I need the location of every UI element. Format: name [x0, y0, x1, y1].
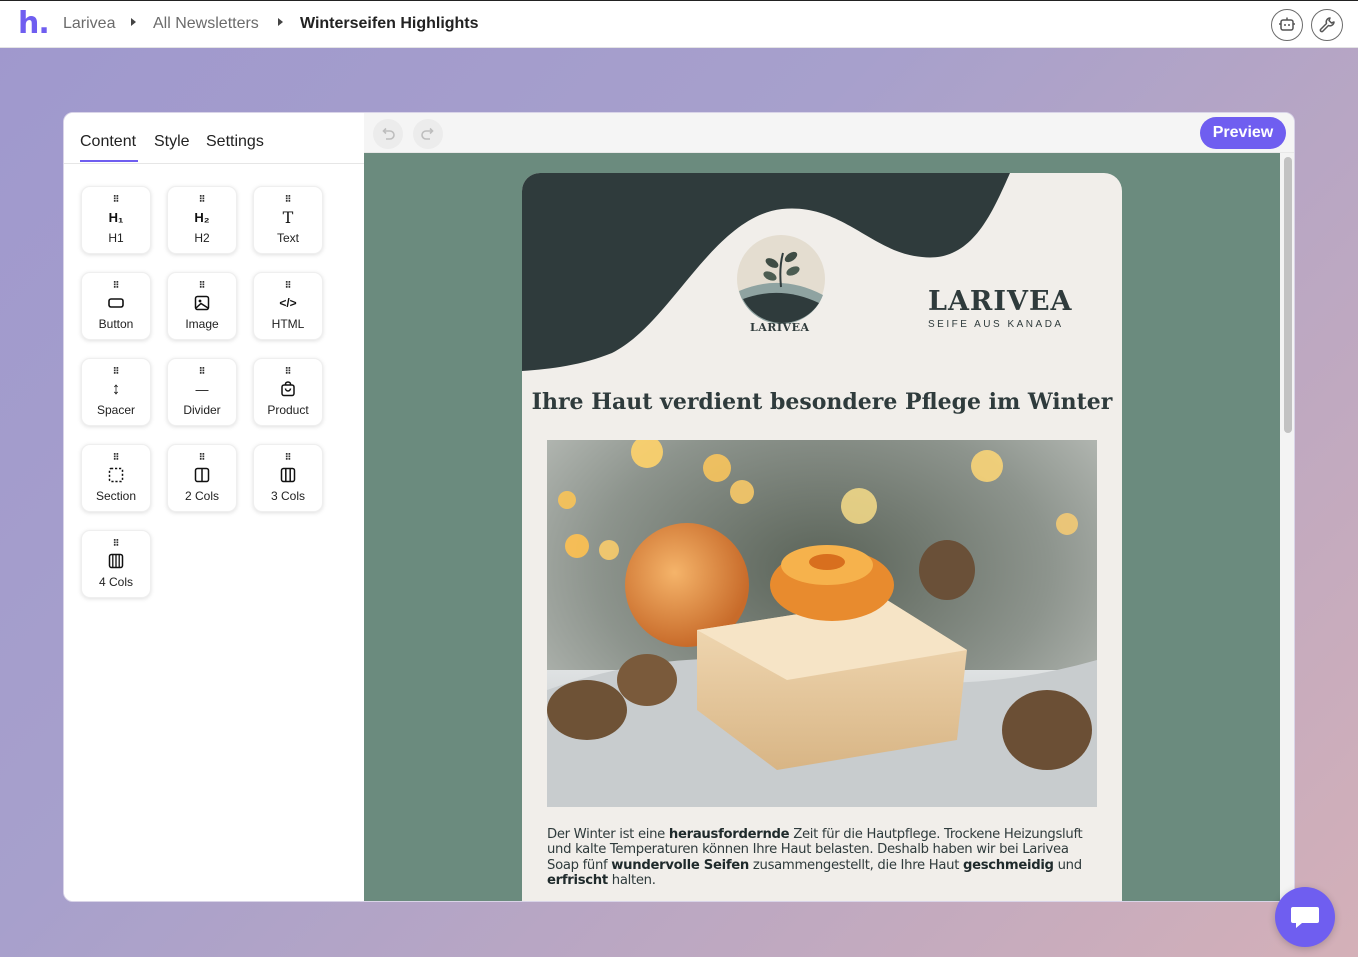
heading-2-icon: H₂	[194, 209, 210, 225]
redo-button[interactable]	[413, 119, 443, 149]
block-label: Text	[276, 231, 299, 245]
body-text-segment: halten.	[607, 872, 656, 888]
redo-icon	[421, 127, 434, 140]
drag-handle-icon[interactable]: ⠿	[285, 195, 292, 205]
drag-handle-icon[interactable]: ⠿	[199, 367, 206, 377]
brand-subtitle: SEIFE AUS KANADA	[928, 319, 1064, 330]
body-text-segment: und	[1053, 857, 1083, 873]
four-columns-icon	[107, 552, 125, 570]
body-text-bold: erfrischt	[547, 872, 608, 888]
block-label: H1	[108, 231, 124, 245]
chat-bubble-icon	[1291, 907, 1319, 928]
block-label: Section	[95, 489, 137, 503]
email-headline[interactable]: Ihre Haut verdient besondere Pflege im W…	[522, 389, 1122, 415]
tab-style[interactable]: Style	[154, 133, 190, 151]
block-label: Product	[267, 403, 309, 417]
block-product[interactable]: ⠿ Product	[253, 358, 323, 426]
body-text-segment: zusammengestellt, die Ihre Haut	[749, 857, 963, 873]
body-text-bold: geschmeidig	[962, 857, 1054, 873]
body-text-bold: herausfordernde	[668, 827, 790, 842]
ai-assistant-button[interactable]	[1271, 9, 1303, 41]
heading-1-icon: H₁	[108, 209, 124, 225]
block-section[interactable]: ⠿ Section	[81, 444, 151, 512]
breadcrumb-separator-icon	[278, 18, 283, 26]
brand-logo-icon	[737, 235, 825, 325]
drag-handle-icon[interactable]: ⠿	[199, 195, 206, 205]
body-text-bold: wundervolle Seifen	[611, 857, 749, 873]
block-label: 2 Cols	[184, 489, 219, 503]
block-h1[interactable]: ⠿ H₁ H1	[81, 186, 151, 254]
canvas-scrollbar[interactable]	[1280, 153, 1294, 901]
scrollbar-thumb[interactable]	[1284, 157, 1292, 433]
breadcrumb-all-newsletters[interactable]: All Newsletters	[153, 15, 259, 33]
email-preview[interactable]: LARIVEA LARIVEA SEIFE AUS KANADA Ihre Ha…	[522, 173, 1122, 901]
block-label: Divider	[183, 403, 221, 417]
tabs-divider	[64, 163, 364, 164]
breadcrumb-separator-icon	[131, 18, 136, 26]
spacer-icon: ↕	[111, 379, 121, 398]
drag-handle-icon[interactable]: ⠿	[113, 195, 120, 205]
undo-icon	[382, 127, 395, 140]
drag-handle-icon[interactable]: ⠿	[199, 281, 206, 291]
code-icon: </>	[279, 296, 297, 310]
drag-handle-icon[interactable]: ⠿	[113, 367, 120, 377]
logo-caption: LARIVEA	[750, 321, 810, 334]
block-label: 3 Cols	[270, 489, 305, 503]
hero-image[interactable]	[547, 440, 1097, 807]
wrench-icon	[1319, 17, 1335, 33]
brand-title: LARIVEA	[928, 286, 1073, 317]
tab-content[interactable]: Content	[80, 133, 136, 151]
drag-handle-icon[interactable]: ⠿	[113, 453, 120, 463]
canvas-toolbar: Preview	[364, 113, 1294, 153]
block-text[interactable]: ⠿ T Text	[253, 186, 323, 254]
block-label: Image	[185, 317, 219, 331]
drag-handle-icon[interactable]: ⠿	[199, 453, 206, 463]
preview-button[interactable]: Preview	[1200, 117, 1286, 149]
chat-button[interactable]	[1275, 887, 1335, 947]
block-label: Button	[98, 317, 134, 331]
block-4-cols[interactable]: ⠿ 4 Cols	[81, 530, 151, 598]
drag-handle-icon[interactable]: ⠿	[285, 367, 292, 377]
blocks-sidebar: Content Style Settings ⠿ H₁ H1 ⠿ H₂ H2 ⠿…	[64, 113, 364, 901]
breadcrumb-current-page: Winterseifen Highlights	[300, 15, 479, 32]
block-label: 4 Cols	[98, 575, 133, 589]
image-icon	[193, 294, 211, 312]
block-html[interactable]: ⠿ </> HTML	[253, 272, 323, 340]
drag-handle-icon[interactable]: ⠿	[113, 281, 120, 291]
active-tab-indicator	[80, 160, 138, 162]
top-bar: h. Larivea All Newsletters Winterseifen …	[0, 0, 1358, 48]
shopping-bag-icon	[279, 380, 297, 398]
block-label: HTML	[271, 317, 305, 331]
drag-handle-icon[interactable]: ⠿	[285, 453, 292, 463]
tools-button[interactable]	[1311, 9, 1343, 41]
block-2-cols[interactable]: ⠿ 2 Cols	[167, 444, 237, 512]
block-divider[interactable]: ⠿ — Divider	[167, 358, 237, 426]
block-3-cols[interactable]: ⠿ 3 Cols	[253, 444, 323, 512]
block-spacer[interactable]: ⠿ ↕ Spacer	[81, 358, 151, 426]
drag-handle-icon[interactable]: ⠿	[285, 281, 292, 291]
section-icon	[107, 466, 125, 484]
two-columns-icon	[193, 466, 211, 484]
email-body-text[interactable]: Der Winter ist eine herausfordernde Zeit…	[547, 827, 1102, 888]
block-label: H2	[194, 231, 210, 245]
divider-icon: —	[195, 381, 209, 397]
block-image[interactable]: ⠿ Image	[167, 272, 237, 340]
breadcrumb-larivea[interactable]: Larivea	[63, 15, 115, 33]
block-h2[interactable]: ⠿ H₂ H2	[167, 186, 237, 254]
undo-button[interactable]	[373, 119, 403, 149]
app-logo[interactable]: h.	[18, 9, 50, 39]
three-columns-icon	[279, 466, 297, 484]
drag-handle-icon[interactable]: ⠿	[113, 539, 120, 549]
tab-settings[interactable]: Settings	[206, 133, 264, 151]
newsletter-editor: Content Style Settings ⠿ H₁ H1 ⠿ H₂ H2 ⠿…	[63, 112, 1295, 902]
email-canvas[interactable]: LARIVEA LARIVEA SEIFE AUS KANADA Ihre Ha…	[364, 153, 1280, 901]
block-button[interactable]: ⠿ Button	[81, 272, 151, 340]
block-label: Spacer	[96, 403, 136, 417]
body-text-segment: Der Winter ist eine	[547, 827, 669, 842]
button-icon	[107, 294, 125, 312]
bot-icon	[1279, 17, 1295, 31]
text-icon: T	[282, 207, 294, 227]
